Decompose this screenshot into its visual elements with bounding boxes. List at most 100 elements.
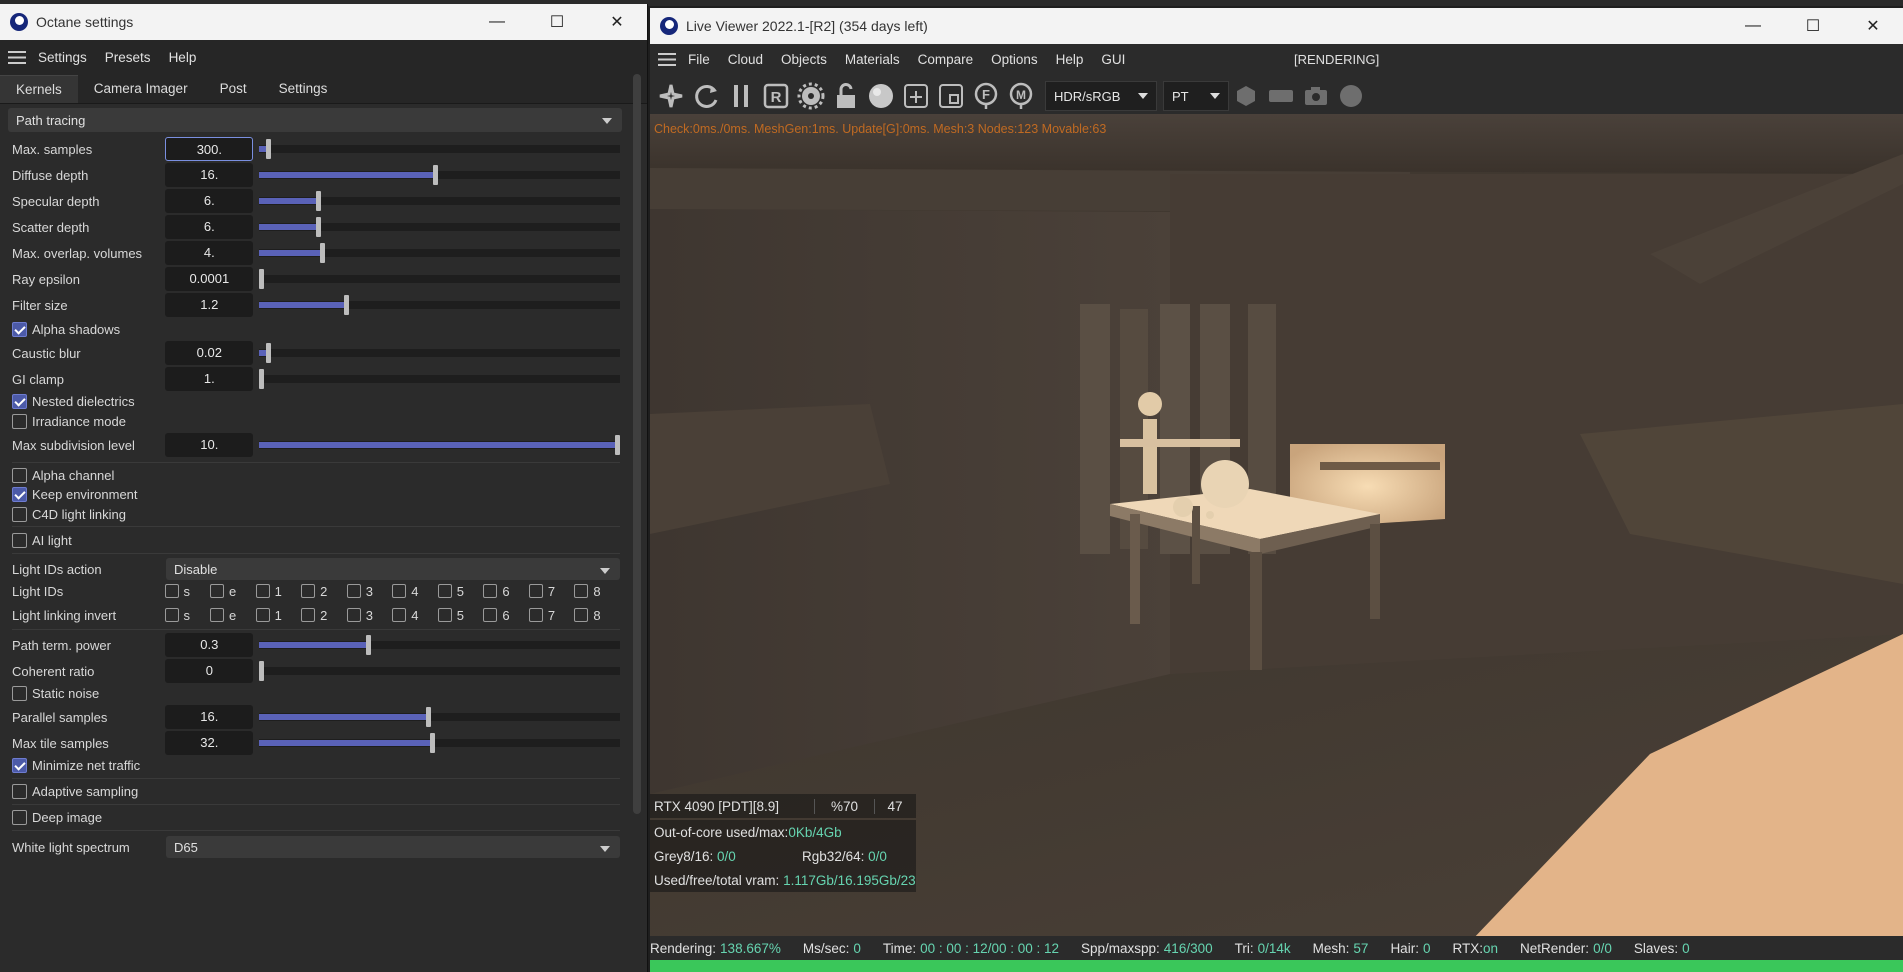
lock-icon[interactable] xyxy=(829,79,863,113)
focus-picker-icon[interactable]: F xyxy=(969,79,1003,113)
slider-track[interactable] xyxy=(259,191,620,211)
checkbox-box[interactable] xyxy=(255,584,270,598)
vertical-scrollbar[interactable] xyxy=(633,74,641,814)
slider-track[interactable] xyxy=(259,269,620,289)
render-viewport[interactable]: Check:0ms./0ms. MeshGen:1ms. Update[G]:0… xyxy=(650,114,1903,942)
checkbox-box[interactable] xyxy=(346,584,361,598)
minimize-button[interactable]: — xyxy=(467,4,527,40)
light-id-checkbox[interactable]: e xyxy=(210,584,256,599)
static-noise-checkbox[interactable]: Static noise xyxy=(12,682,99,704)
slider-handle[interactable] xyxy=(259,661,265,681)
tab-post[interactable]: Post xyxy=(204,75,263,103)
slider-track[interactable] xyxy=(259,217,620,237)
settings-gear-icon[interactable] xyxy=(794,79,828,113)
checkbox-box[interactable] xyxy=(12,757,27,773)
light-id-checkbox[interactable]: 1 xyxy=(255,584,302,599)
menu-objects[interactable]: Objects xyxy=(781,52,827,67)
checkbox-box[interactable] xyxy=(12,467,27,483)
keep-environment-checkbox[interactable]: Keep environment xyxy=(12,483,138,505)
hexagon-icon[interactable] xyxy=(1229,79,1263,113)
light-invert-checkbox[interactable]: 8 xyxy=(574,608,620,623)
slider-value-input[interactable]: 0.3 xyxy=(165,633,254,657)
menu-compare[interactable]: Compare xyxy=(918,52,974,67)
checkbox-box[interactable] xyxy=(210,584,225,598)
menu-settings[interactable]: Settings xyxy=(38,50,87,65)
material-ball-icon[interactable] xyxy=(864,79,898,113)
slider-handle[interactable] xyxy=(259,269,265,289)
slider-track[interactable] xyxy=(259,243,620,263)
checkbox-box[interactable] xyxy=(301,608,316,622)
slider-handle[interactable] xyxy=(344,295,350,315)
checkbox-box[interactable] xyxy=(437,584,452,598)
restart-render-icon[interactable] xyxy=(689,79,723,113)
menu-options[interactable]: Options xyxy=(991,52,1038,67)
light-invert-checkbox[interactable]: 1 xyxy=(255,608,302,623)
close-button[interactable]: ✕ xyxy=(587,4,647,40)
deep-image-checkbox[interactable]: Deep image xyxy=(12,806,102,828)
light-id-checkbox[interactable]: 8 xyxy=(574,584,620,599)
slider-handle[interactable] xyxy=(259,369,265,389)
slider-value-input[interactable]: 6. xyxy=(165,215,254,239)
slider-track[interactable] xyxy=(259,435,621,455)
checkbox-box[interactable] xyxy=(210,608,225,622)
slider-track[interactable] xyxy=(259,733,620,753)
checkbox-box[interactable] xyxy=(483,608,498,622)
checkbox-box[interactable] xyxy=(12,506,27,522)
nested-dielectrics-checkbox[interactable]: Nested dielectrics xyxy=(12,390,135,412)
region-render-icon[interactable]: R xyxy=(759,79,793,113)
kernel-type-dropdown[interactable]: Path tracing xyxy=(8,108,622,132)
hamburger-menu-icon[interactable] xyxy=(658,52,676,66)
rectangle-icon[interactable] xyxy=(1264,79,1298,113)
light-invert-checkbox[interactable]: 5 xyxy=(437,608,484,623)
c4d-light-linking-checkbox[interactable]: C4D light linking xyxy=(12,503,126,525)
color-mode-select[interactable]: HDR/sRGB xyxy=(1045,81,1157,111)
light-invert-checkbox[interactable]: 4 xyxy=(392,608,438,623)
slider-handle[interactable] xyxy=(316,191,322,211)
menu-help[interactable]: Help xyxy=(1056,52,1084,67)
viewer-titlebar[interactable]: Live Viewer 2022.1-[R2] (354 days left) … xyxy=(650,8,1903,44)
checkbox-box[interactable] xyxy=(164,584,179,598)
minimize-button[interactable]: — xyxy=(1723,8,1783,44)
checkbox-box[interactable] xyxy=(255,608,270,622)
slider-track[interactable] xyxy=(259,295,620,315)
close-button[interactable]: ✕ xyxy=(1843,8,1903,44)
light-invert-checkbox[interactable]: 7 xyxy=(528,608,575,623)
slider-handle[interactable] xyxy=(366,635,372,655)
checkbox-box[interactable] xyxy=(12,783,27,799)
checkbox-box[interactable] xyxy=(574,584,589,598)
light-id-checkbox[interactable]: 4 xyxy=(392,584,438,599)
light-id-checkbox[interactable]: 2 xyxy=(301,584,347,599)
light-invert-checkbox[interactable]: e xyxy=(210,608,256,623)
checkbox-box[interactable] xyxy=(437,608,452,622)
slider-value-input[interactable]: 32. xyxy=(165,731,254,755)
octane-titlebar[interactable]: Octane settings — ☐ ✕ xyxy=(0,4,647,40)
slider-handle[interactable] xyxy=(316,217,322,237)
adaptive-sampling-checkbox[interactable]: Adaptive sampling xyxy=(12,780,138,802)
slider-track[interactable] xyxy=(259,139,620,159)
slider-value-input[interactable]: 16. xyxy=(165,705,254,729)
checkbox-box[interactable] xyxy=(346,608,361,622)
send-scene-icon[interactable] xyxy=(654,79,688,113)
slider-handle[interactable] xyxy=(266,139,272,159)
slider-value-input[interactable]: 0.0001 xyxy=(165,267,254,291)
material-picker-icon[interactable]: M xyxy=(1004,79,1038,113)
checkbox-box[interactable] xyxy=(392,608,407,622)
slider-handle[interactable] xyxy=(433,165,439,185)
slider-handle[interactable] xyxy=(320,243,326,263)
menu-gui[interactable]: GUI xyxy=(1101,52,1125,67)
minimize-net-traffic-checkbox[interactable]: Minimize net traffic xyxy=(12,754,140,776)
ai-light-checkbox[interactable]: AI light xyxy=(12,529,72,551)
checkbox-box[interactable] xyxy=(301,584,316,598)
kernel-mode-select[interactable]: PT xyxy=(1163,81,1229,111)
checkbox-box[interactable] xyxy=(12,413,27,429)
light-ids-action-dropdown[interactable]: Disable xyxy=(166,558,620,580)
slider-handle[interactable] xyxy=(266,343,272,363)
checkbox-box[interactable] xyxy=(12,685,27,701)
light-id-checkbox[interactable]: 7 xyxy=(528,584,575,599)
camera-icon[interactable] xyxy=(1299,79,1333,113)
menu-help[interactable]: Help xyxy=(169,50,197,65)
light-invert-checkbox[interactable]: s xyxy=(164,608,211,623)
slider-handle[interactable] xyxy=(426,707,432,727)
checkbox-box[interactable] xyxy=(528,608,543,622)
checkbox-box[interactable] xyxy=(483,584,498,598)
